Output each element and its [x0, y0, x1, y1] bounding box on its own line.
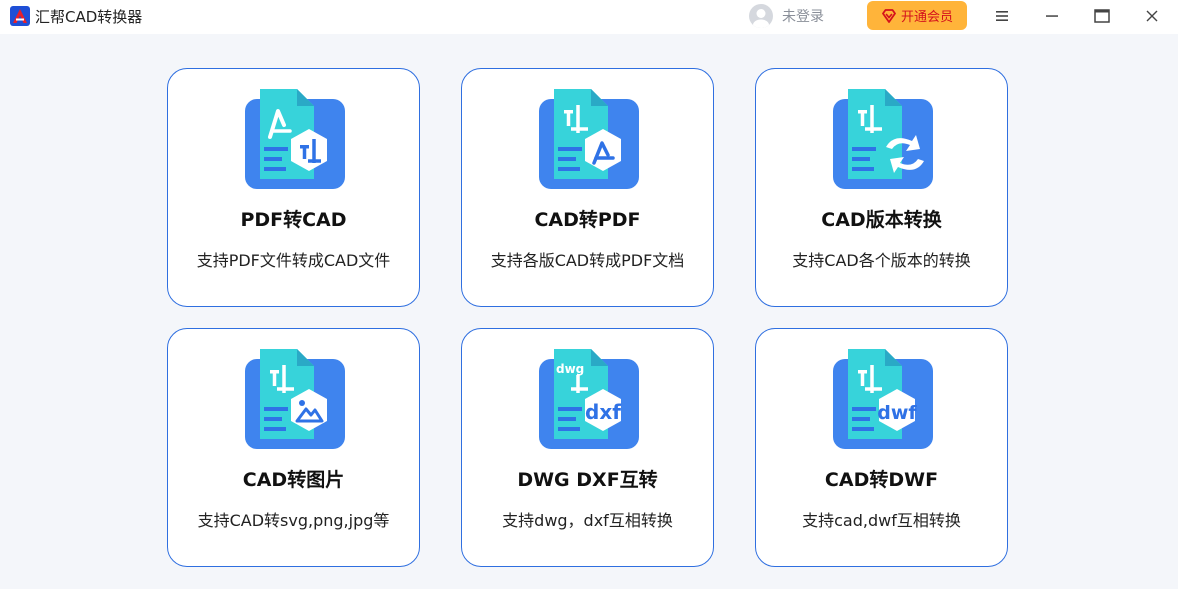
cad-to-dwf-icon: dwf	[833, 349, 933, 449]
cad-logo-icon	[10, 6, 30, 26]
card-title: CAD转PDF	[534, 209, 641, 231]
card-cad-to-pdf[interactable]: CAD转PDF 支持各版CAD转成PDF文档	[461, 68, 714, 307]
menu-icon	[996, 11, 1008, 21]
close-button[interactable]	[1139, 4, 1165, 28]
diamond-icon	[882, 8, 896, 23]
badge-text: dwf	[877, 402, 917, 424]
card-description: 支持PDF文件转成CAD文件	[196, 251, 391, 270]
minimize-button[interactable]	[1039, 4, 1065, 28]
card-cad-version-convert[interactable]: CAD版本转换 支持CAD各个版本的转换	[755, 68, 1008, 307]
login-button[interactable]: 未登录	[749, 3, 824, 29]
user-icon	[753, 9, 769, 28]
vip-button[interactable]: 开通会员	[867, 1, 967, 30]
vip-label: 开通会员	[900, 10, 953, 25]
dwg-dxf-convert-icon: dwg dxf	[539, 349, 639, 449]
maximize-button[interactable]	[1089, 4, 1115, 28]
login-status-label: 未登录	[782, 9, 824, 25]
card-title: CAD转图片	[242, 469, 345, 491]
card-title: CAD转DWF	[824, 469, 939, 491]
pdf-to-cad-icon	[245, 89, 345, 189]
card-cad-to-dwf[interactable]: dwf CAD转DWF 支持cad,dwf互相转换	[755, 328, 1008, 567]
card-title: CAD版本转换	[821, 209, 942, 231]
badge-top-text: dwg	[556, 362, 584, 376]
card-description: 支持各版CAD转成PDF文档	[490, 251, 685, 270]
title-bar: 汇帮CAD转换器 未登录 开通会员	[0, 0, 1178, 34]
card-description: 支持CAD转svg,png,jpg等	[197, 511, 390, 530]
card-title: DWG DXF互转	[517, 469, 658, 491]
maximize-icon	[1094, 9, 1110, 23]
card-pdf-to-cad[interactable]: PDF转CAD 支持PDF文件转成CAD文件	[167, 68, 420, 307]
avatar	[749, 4, 773, 28]
card-cad-to-image[interactable]: CAD转图片 支持CAD转svg,png,jpg等	[167, 328, 420, 567]
close-icon	[1146, 10, 1158, 22]
cad-to-pdf-icon	[539, 89, 639, 189]
cad-version-convert-icon	[833, 89, 933, 189]
card-title: PDF转CAD	[240, 209, 347, 231]
cad-to-image-icon	[245, 349, 345, 449]
card-description: 支持cad,dwf互相转换	[802, 511, 961, 530]
minimize-icon	[1046, 15, 1058, 17]
card-description: 支持dwg，dxf互相转换	[502, 511, 673, 530]
menu-button[interactable]	[989, 4, 1015, 28]
card-dwg-dxf-convert[interactable]: dwg dxf DWG DXF互转 支持dwg，dxf互相转换	[461, 328, 714, 567]
card-description: 支持CAD各个版本的转换	[792, 251, 971, 270]
badge-text: dxf	[585, 400, 621, 424]
app-title: 汇帮CAD转换器	[35, 8, 143, 26]
